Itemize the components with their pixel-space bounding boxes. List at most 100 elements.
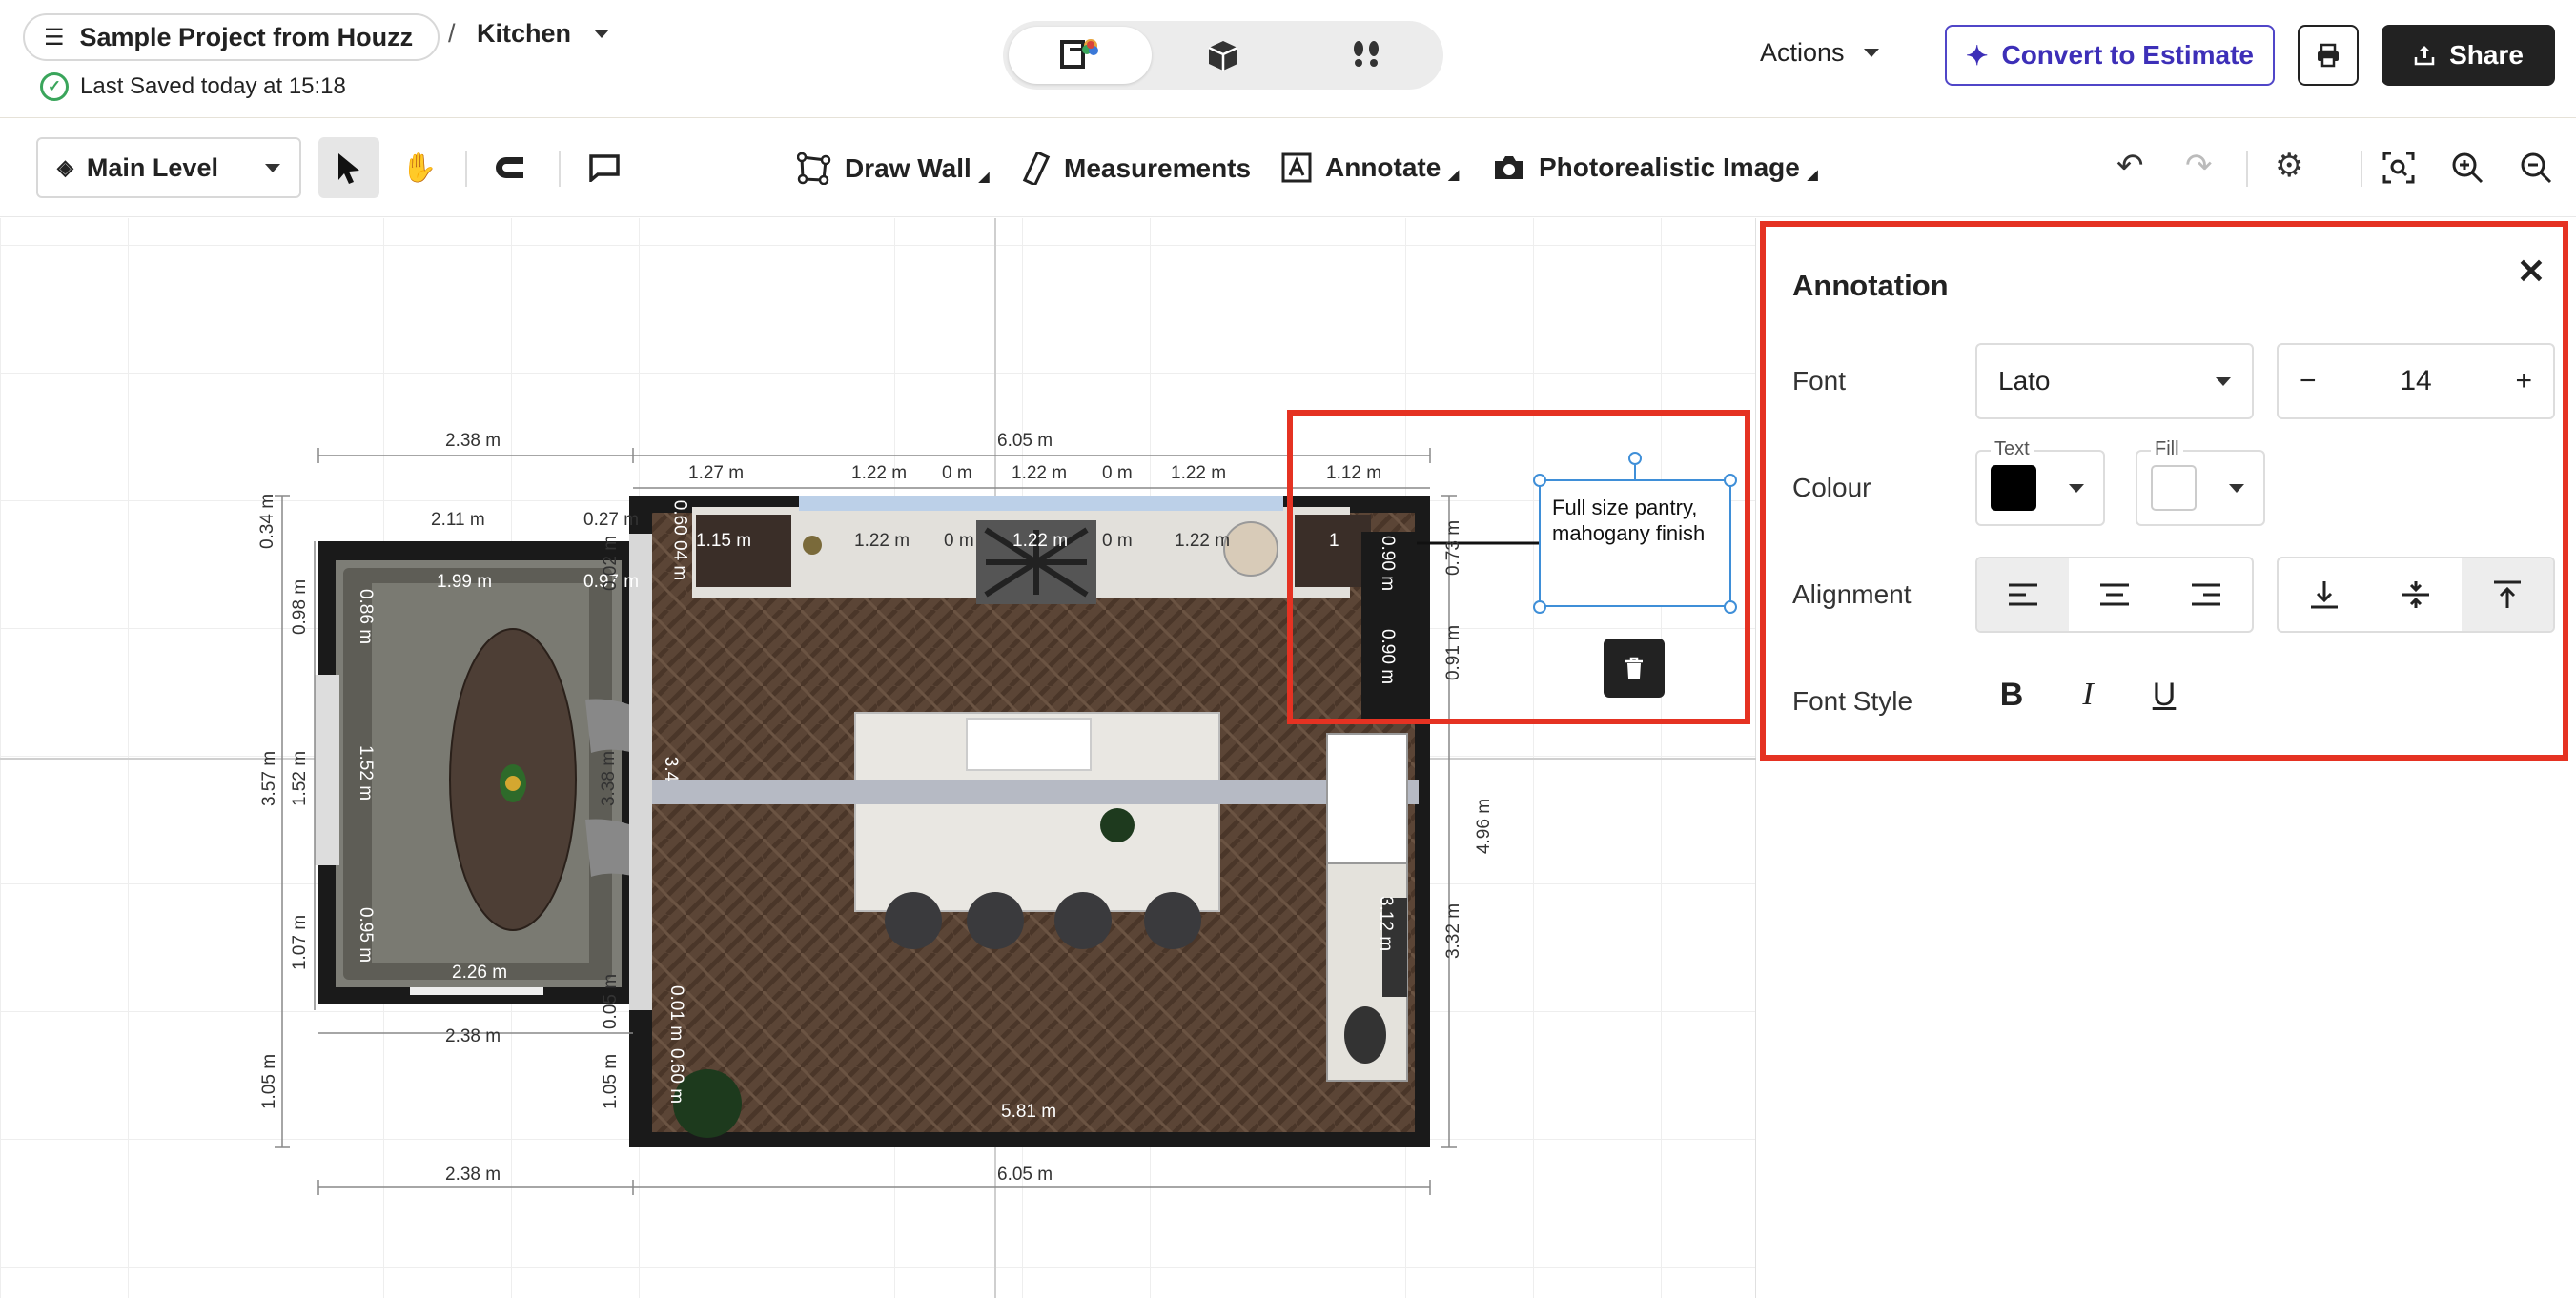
save-status: ✓ Last Saved today at 15:18: [40, 72, 346, 101]
undo-icon[interactable]: ↶: [2116, 147, 2144, 185]
dimension-label: 1.52 m: [356, 744, 377, 801]
resize-handle[interactable]: [1533, 474, 1546, 487]
minus-icon[interactable]: −: [2300, 365, 2317, 397]
align-top-button[interactable]: [2462, 558, 2553, 631]
walkthrough-view-button[interactable]: [1295, 27, 1438, 84]
dimension-label: 2.11 m: [431, 510, 485, 530]
dimension-label: 3.38 m: [599, 750, 620, 807]
settings-gear-icon[interactable]: ⚙: [2275, 147, 2303, 185]
delete-annotation-button[interactable]: [1604, 639, 1665, 698]
dimension-label: 3.57 m: [259, 750, 280, 807]
dimension-label: 1.22 m: [854, 531, 910, 551]
dimension-label: 0.98 m: [290, 578, 311, 636]
align-middle-button[interactable]: [2370, 558, 2462, 631]
underline-button[interactable]: U: [2137, 677, 2191, 714]
sparkle-icon: ✦: [1966, 40, 1989, 71]
redo-icon[interactable]: ↷: [2185, 147, 2213, 185]
resize-handle[interactable]: [1724, 474, 1737, 487]
draw-wall-icon: [797, 152, 831, 185]
dimension-label: 5.81 m: [1001, 1102, 1057, 1122]
italic-button[interactable]: I: [2061, 677, 2115, 713]
zoom-in-icon[interactable]: [2450, 151, 2484, 185]
room-selector[interactable]: Kitchen: [477, 19, 610, 49]
2d-plan-view-button[interactable]: [1009, 27, 1152, 84]
dimension-label: 0.60 04 m: [669, 499, 690, 581]
magnet-tool-button[interactable]: [480, 137, 542, 198]
font-size-stepper[interactable]: − 14 +: [2277, 343, 2555, 419]
plus-icon[interactable]: +: [2515, 365, 2532, 397]
annotation-panel: Annotation ✕ Font Lato − 14 + Colour Tex…: [1760, 221, 2568, 761]
fill-color-picker[interactable]: Fill: [2136, 438, 2265, 526]
annotation-text-box[interactable]: Full size pantry, mahogany finish: [1539, 479, 1731, 607]
print-button[interactable]: [2298, 25, 2359, 86]
share-button[interactable]: Share: [2382, 25, 2555, 86]
fridge: [1326, 733, 1408, 864]
bold-button[interactable]: B: [1985, 677, 2038, 714]
stool: [1054, 892, 1112, 949]
share-upload-icon: [2414, 46, 2435, 66]
dimension-label: 0.95 m: [356, 906, 377, 963]
stool: [967, 892, 1024, 949]
dimension-label: 1.22 m: [1012, 463, 1068, 483]
resize-handle[interactable]: [1724, 600, 1737, 614]
font-family-select[interactable]: Lato: [1975, 343, 2254, 419]
draw-wall-label: Draw Wall: [845, 153, 971, 183]
check-circle-icon: ✓: [40, 72, 69, 101]
zoom-fit-icon[interactable]: [2382, 151, 2416, 185]
dimension-label: 1.22 m: [1012, 531, 1069, 551]
colour-label: Colour: [1792, 473, 1871, 502]
annotate-text-icon: [1281, 152, 1312, 183]
chevron-down-icon: [265, 163, 280, 172]
3d-box-icon: [1208, 41, 1238, 71]
font-label: Font: [1792, 366, 1847, 395]
annotate-tool[interactable]: Annotate ◢: [1281, 152, 1459, 183]
align-center-icon: [2100, 583, 2129, 606]
photo-label: Photorealistic Image: [1539, 152, 1800, 182]
zoom-out-icon[interactable]: [2519, 151, 2553, 185]
dimension-label: 6.05 m: [997, 431, 1053, 451]
cursor-arrow-icon: [338, 153, 359, 184]
align-bottom-button[interactable]: [2279, 558, 2370, 631]
window: [410, 987, 543, 995]
stool: [1144, 892, 1201, 949]
pendant-rail: [652, 780, 1419, 804]
align-right-button[interactable]: [2160, 558, 2252, 631]
font-size-value: 14: [2400, 365, 2432, 396]
project-menu-button[interactable]: ☰ Sample Project from Houzz: [23, 13, 440, 61]
vertical-alignment-group: [2277, 557, 2555, 633]
dimension-label: 0.34 m: [257, 493, 278, 550]
pan-tool-button[interactable]: ✋: [389, 137, 450, 198]
measurements-tool[interactable]: Measurements: [1022, 152, 1251, 185]
dimension-label: 0.86 m: [356, 588, 377, 645]
close-icon[interactable]: ✕: [2517, 252, 2545, 292]
3d-view-button[interactable]: [1152, 27, 1295, 84]
rotate-handle[interactable]: [1628, 452, 1642, 465]
dimension-label: 4.96 m: [1474, 798, 1495, 855]
camera-icon: [1495, 156, 1523, 179]
align-left-button[interactable]: [1977, 558, 2069, 631]
level-selector[interactable]: ◈ Main Level: [36, 137, 301, 198]
comment-tool-button[interactable]: [574, 137, 635, 198]
window: [799, 496, 1283, 511]
project-name: Sample Project from Houzz: [79, 22, 414, 51]
text-color-picker[interactable]: Text: [1975, 438, 2105, 526]
2d-plan-icon: [1060, 39, 1098, 69]
actions-menu[interactable]: Actions: [1760, 38, 1879, 68]
actions-label: Actions: [1760, 38, 1845, 67]
measurements-label: Measurements: [1064, 153, 1252, 183]
text-color-swatch: [1991, 465, 2036, 511]
draw-wall-tool[interactable]: Draw Wall ◢: [797, 152, 990, 185]
photorealistic-image-tool[interactable]: Photorealistic Image ◢: [1493, 152, 1818, 183]
hand-icon: ✋: [401, 152, 438, 184]
horizontal-alignment-group: [1975, 557, 2254, 633]
dimension-label: 0.60 m: [666, 1047, 687, 1105]
align-center-button[interactable]: [2069, 558, 2160, 631]
convert-to-estimate-button[interactable]: ✦ Convert to Estimate: [1945, 25, 2275, 86]
dimension-label: 3.4: [661, 756, 682, 782]
font-style-label: Font Style: [1792, 686, 1913, 716]
trash-icon: [1625, 657, 1643, 679]
resize-handle[interactable]: [1533, 600, 1546, 614]
dimension-label: 0 m: [1102, 531, 1133, 551]
submenu-indicator-icon: ◢: [1807, 167, 1818, 182]
select-tool-button[interactable]: [318, 137, 379, 198]
